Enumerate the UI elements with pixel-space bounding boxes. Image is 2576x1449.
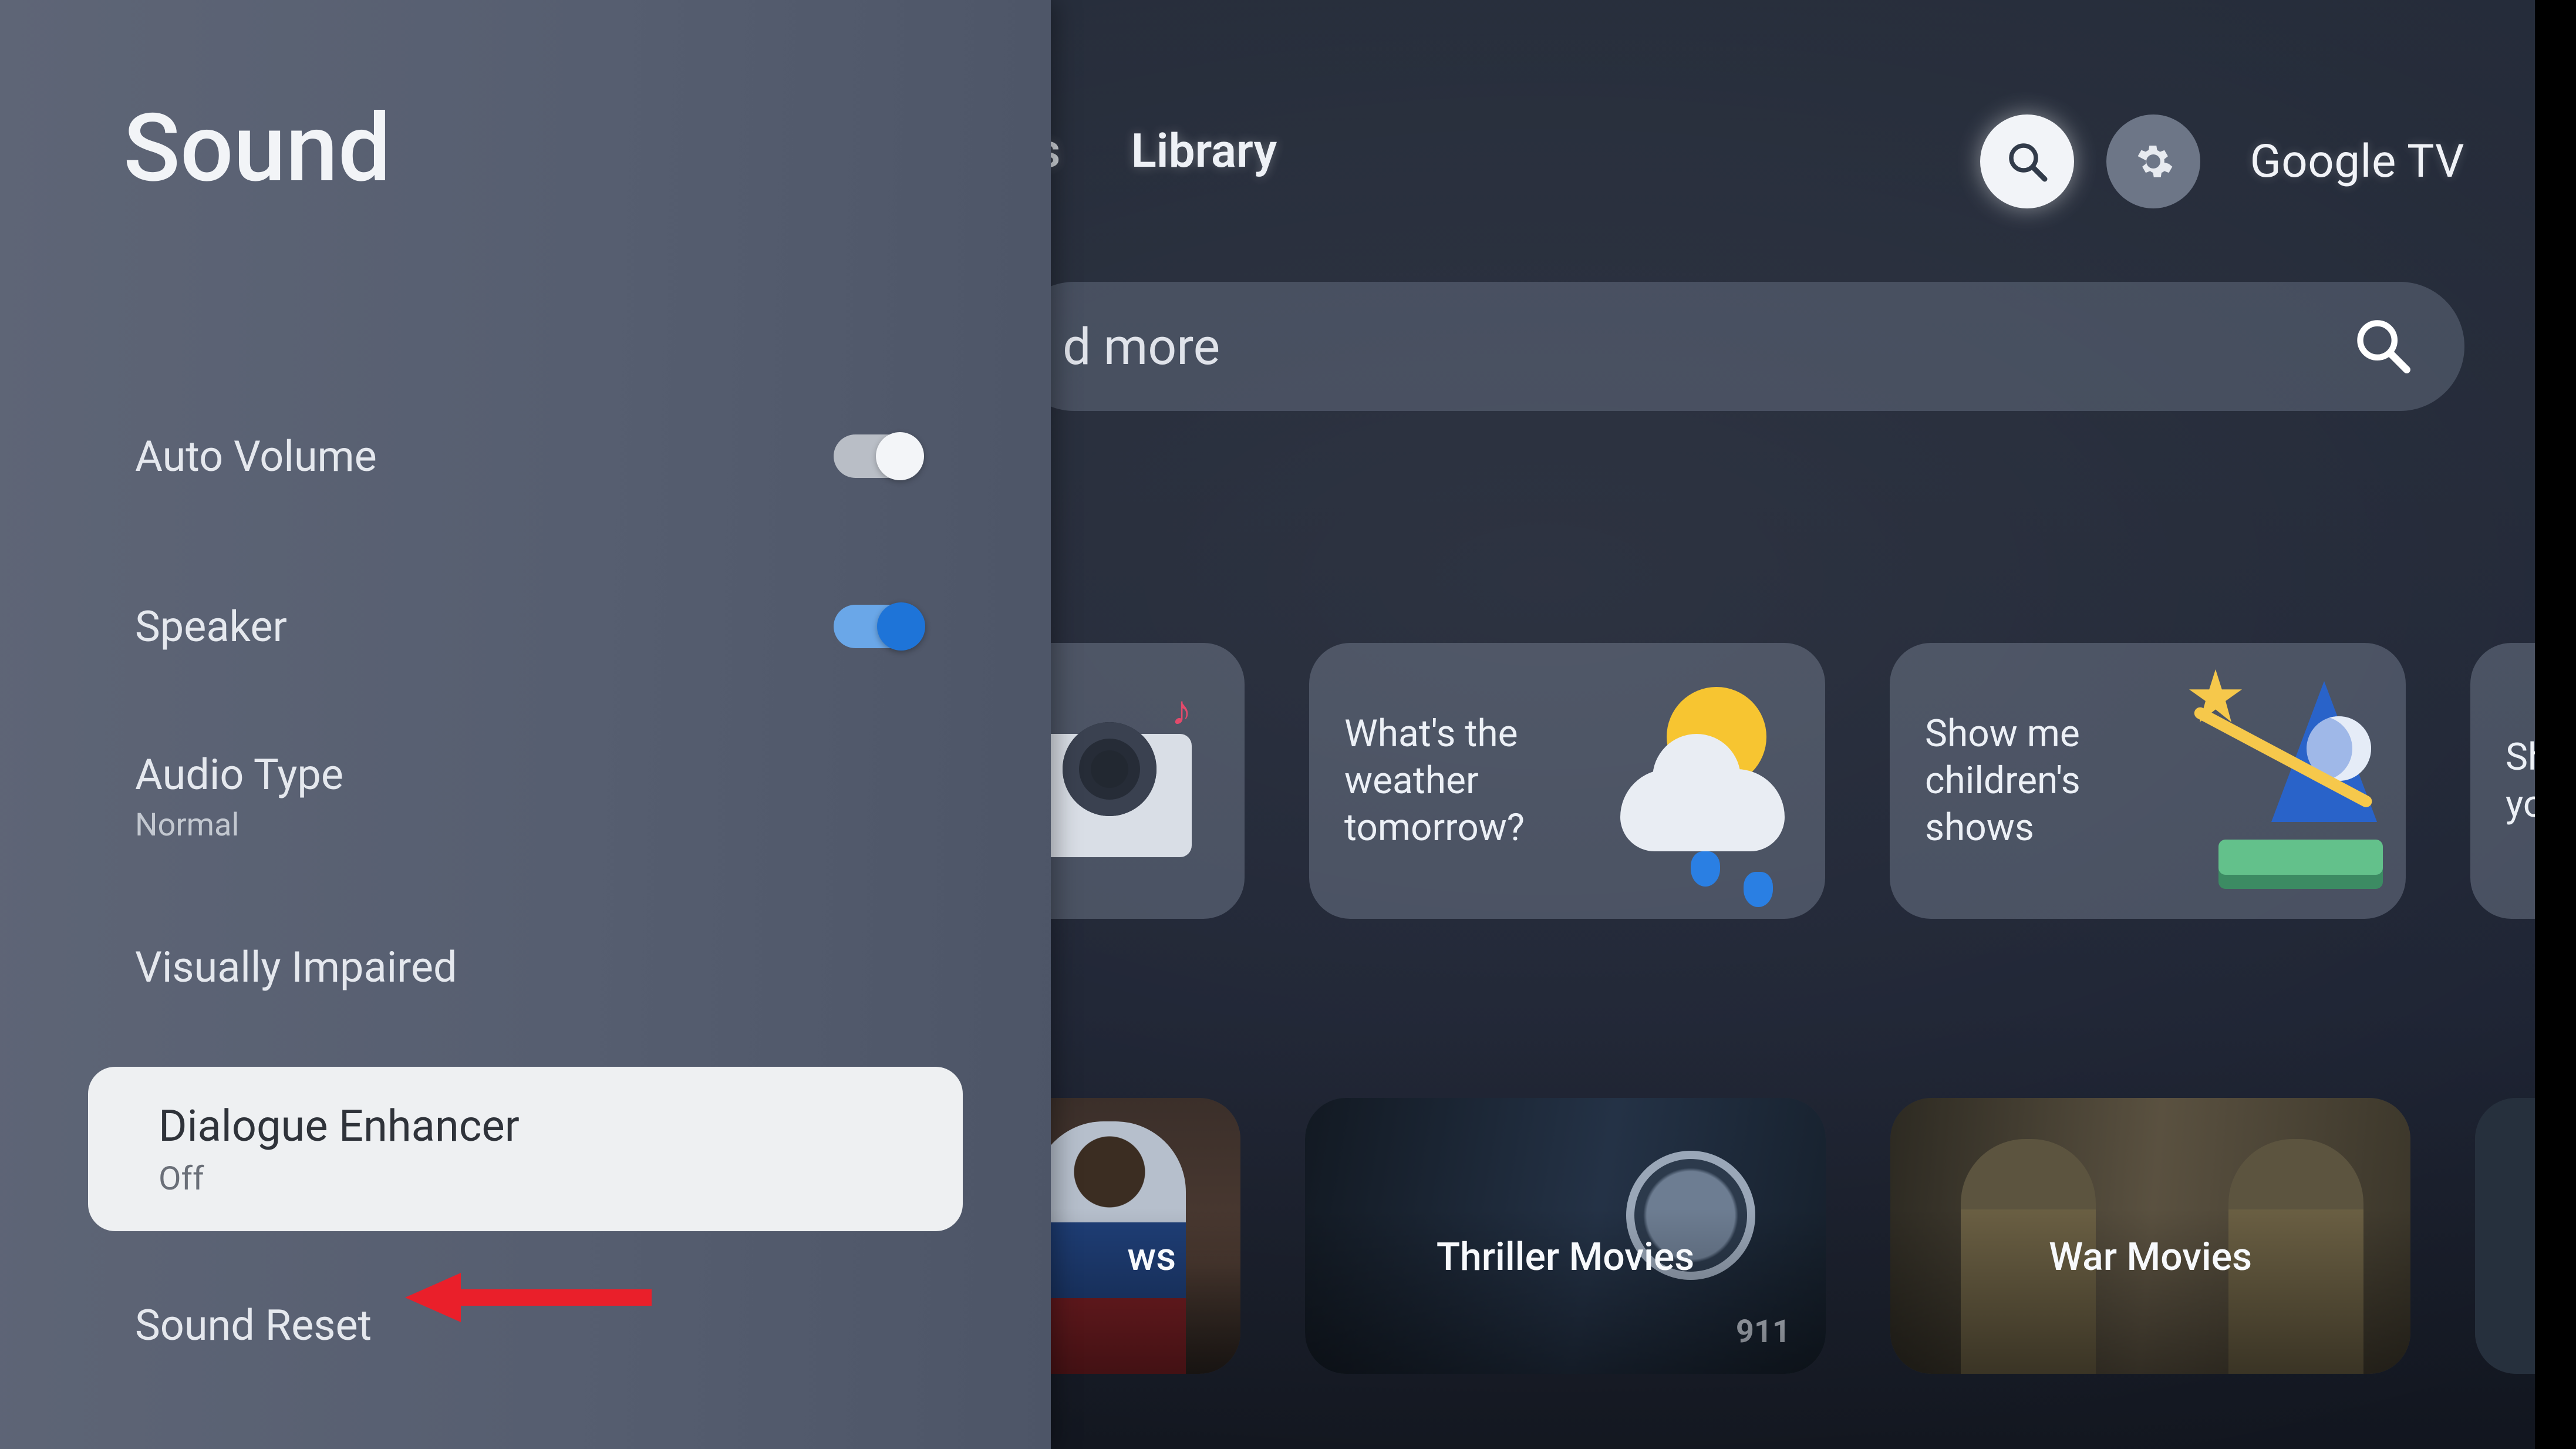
gear-icon [2132,140,2174,183]
row-value: Normal [135,807,239,844]
row-auto-volume[interactable]: Auto Volume [0,397,1051,515]
row-value: Off [159,1159,204,1198]
genre-card-thriller[interactable]: 911 Thriller Movies [1305,1098,1826,1374]
row-speaker[interactable]: Speaker [0,568,1051,685]
weather-icon [1620,681,1790,881]
brand-label: Google TV [2250,135,2464,188]
genre-label: War Movies [1890,1235,2411,1280]
panel-title: Sound [123,94,1051,204]
row-label: Speaker [135,602,287,652]
search-icon [2006,140,2048,183]
row-label: Auto Volume [135,432,377,481]
brand-google: Google [2250,135,2396,188]
assistant-suggestions-row: ♪ What's the weather tomorrow? Show me c… [1010,643,2576,919]
brand-tv: TV [2396,135,2464,188]
settings-panel-sound: Sound Auto Volume Speaker Audio Type Nor… [0,0,1051,1449]
wizard-icon [2201,681,2371,881]
assistant-search-bar[interactable]: d more [1010,282,2464,411]
suggestion-text: What's the weather tomorrow? [1344,710,1597,851]
toggle-auto-volume[interactable] [834,434,922,478]
genre-card-war[interactable]: War Movies [1890,1098,2411,1374]
suggestion-card-kids[interactable]: Show me children's shows [1890,643,2406,919]
row-visually-impaired[interactable]: Visually Impaired [0,908,1051,1026]
tab-library[interactable]: Library [1131,123,1277,178]
row-sound-reset[interactable]: Sound Reset [0,1266,1051,1384]
row-audio-type[interactable]: Audio Type Normal [0,738,1051,855]
row-dialogue-enhancer[interactable]: Dialogue Enhancer Off [88,1067,963,1231]
screen-bezel [2535,0,2576,1449]
search-button[interactable] [1980,114,2074,208]
row-label: Dialogue Enhancer [159,1101,520,1152]
top-actions: Google TV [1980,114,2464,208]
toggle-speaker[interactable] [834,605,922,648]
movie-genres-row: ws 911 Thriller Movies War Movies [1010,1098,2576,1374]
suggestion-text: Show me children's shows [1925,710,2177,851]
suggestion-card-weather[interactable]: What's the weather tomorrow? [1309,643,1825,919]
search-icon [2353,316,2412,377]
tv-screen: os Library Google TV d more [0,0,2576,1449]
search-placeholder-fragment: d more [1063,317,1220,376]
row-label: Sound Reset [135,1300,372,1350]
genre-label: Thriller Movies [1305,1235,1826,1280]
settings-button[interactable] [2106,114,2200,208]
row-label: Audio Type [135,750,343,800]
row-label: Visually Impaired [135,942,457,992]
